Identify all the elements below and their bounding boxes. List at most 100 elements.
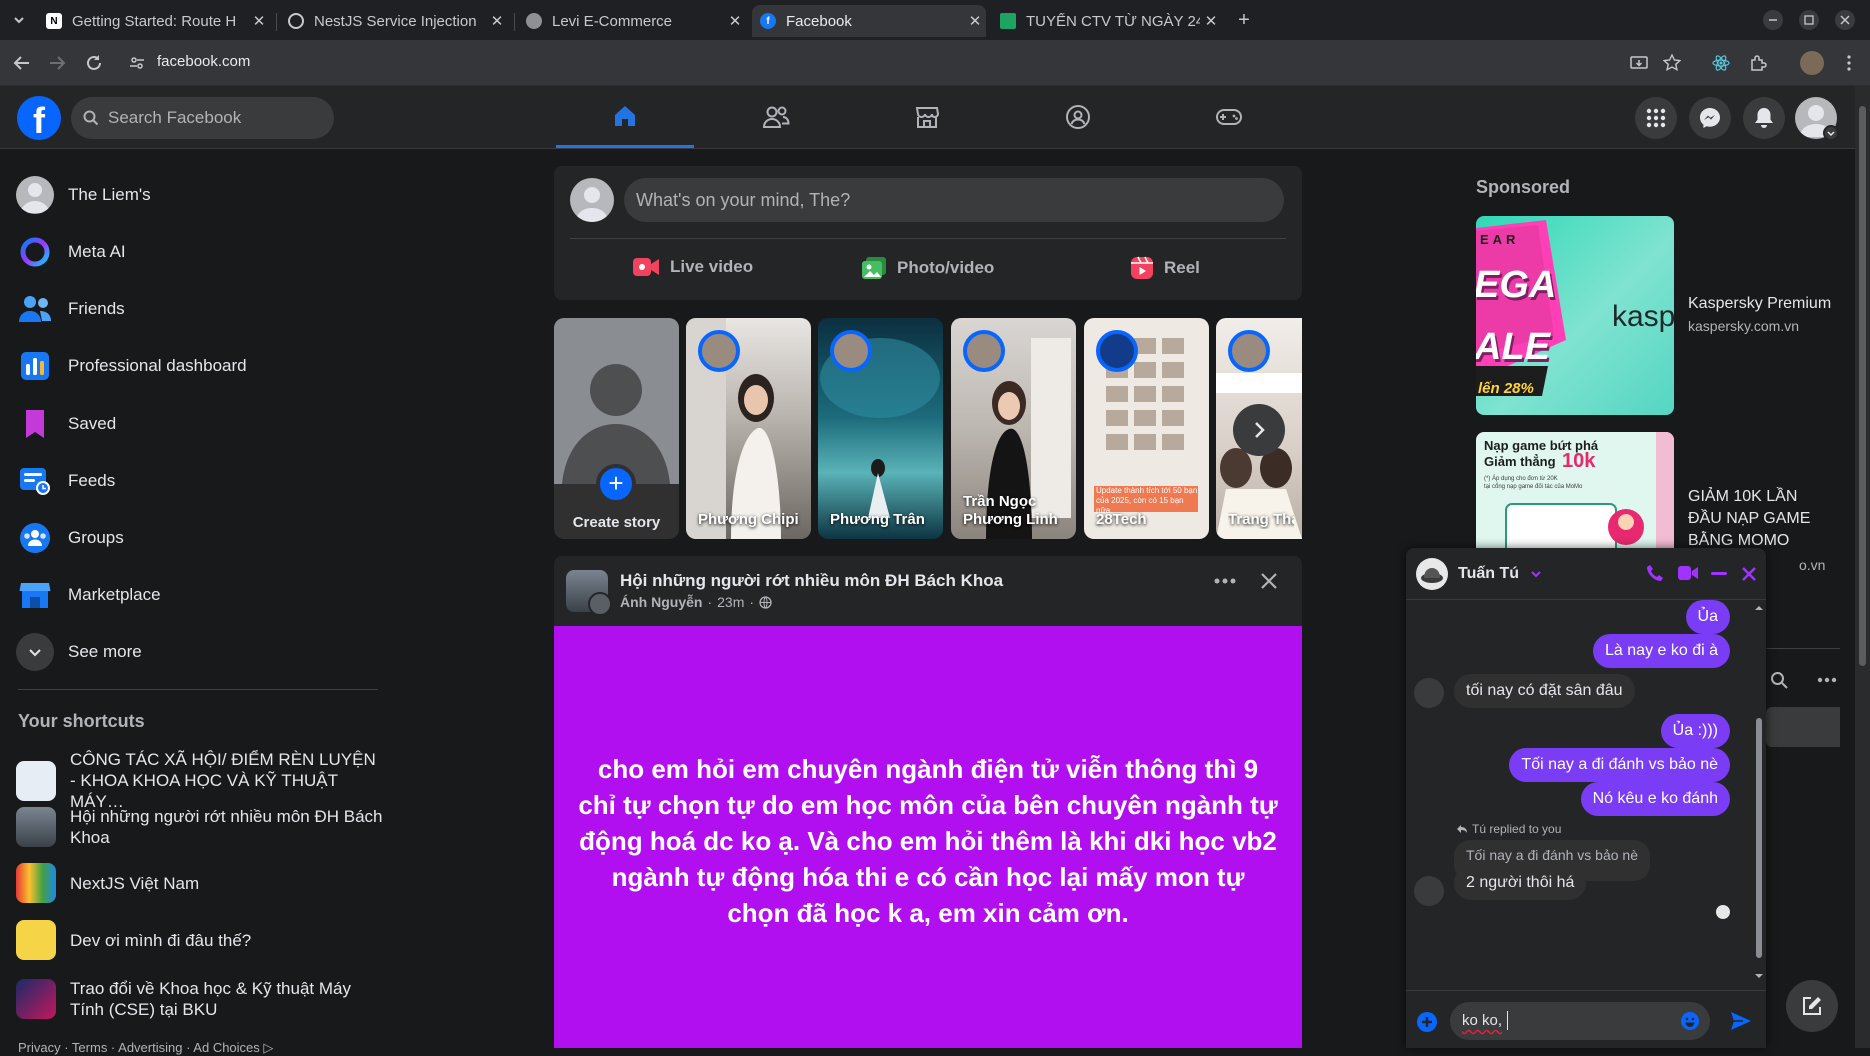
story-card[interactable]: Phương Trân bbox=[818, 318, 943, 539]
chat-name-chevron-icon[interactable] bbox=[1530, 568, 1542, 580]
shortcut-item[interactable]: Hội những người rớt nhiều môn ĐH Bách Kh… bbox=[16, 806, 386, 848]
create-story-card[interactable]: + Create story bbox=[554, 318, 679, 539]
page-scrollbar[interactable] bbox=[1855, 86, 1870, 1048]
notifications-button[interactable] bbox=[1743, 97, 1785, 139]
close-tab-icon[interactable]: ✕ bbox=[248, 12, 270, 30]
extension-react-icon[interactable] bbox=[1710, 52, 1732, 74]
message-outgoing[interactable]: Ủa :))) bbox=[1660, 714, 1730, 748]
ad-kaspersky-title[interactable]: Kaspersky Premium bbox=[1688, 293, 1831, 315]
contacts-options-icon[interactable] bbox=[1817, 677, 1837, 683]
story-card[interactable]: Trần Ngọc Phương Linh bbox=[951, 318, 1076, 539]
shortcut-item[interactable]: Dev ơi mình đi đâu thế? bbox=[16, 920, 386, 960]
browser-menu-icon[interactable] bbox=[1838, 52, 1860, 74]
tab-getting-started[interactable]: N Getting Started: Route H ✕ bbox=[38, 5, 270, 37]
close-tab-icon[interactable]: ✕ bbox=[1200, 12, 1222, 30]
install-app-icon[interactable] bbox=[1628, 52, 1650, 74]
video-call-icon[interactable] bbox=[1678, 566, 1698, 580]
sidebar-item-feeds[interactable]: Feeds bbox=[16, 457, 115, 505]
restore-icon[interactable] bbox=[1798, 9, 1820, 31]
close-chat-icon[interactable] bbox=[1741, 566, 1757, 582]
tab-facebook[interactable]: f Facebook ✕ bbox=[752, 5, 986, 37]
account-chevron-icon[interactable] bbox=[1823, 125, 1839, 141]
reel-button[interactable]: Reel bbox=[1130, 256, 1200, 280]
tab-tuyen-ctv[interactable]: TUYỂN CTV TỪ NGÀY 24/ ✕ bbox=[992, 5, 1222, 37]
forward-icon[interactable] bbox=[46, 52, 68, 74]
shortcut-item[interactable]: CÔNG TÁC XÃ HỘI/ ĐIỂM RÈN LUYỆN - KHOA K… bbox=[16, 749, 386, 812]
contacts-search-icon[interactable] bbox=[1770, 671, 1788, 689]
search-input[interactable]: Search Facebook bbox=[71, 97, 334, 139]
live-video-button[interactable]: Live video bbox=[632, 256, 753, 278]
browser-profile-avatar[interactable] bbox=[1800, 51, 1824, 75]
post-author-name[interactable]: Ánh Nguyễn bbox=[620, 594, 702, 610]
messenger-button[interactable] bbox=[1689, 97, 1731, 139]
sidebar-item-meta-ai[interactable]: Meta AI bbox=[16, 228, 126, 276]
scroll-down-icon[interactable] bbox=[1754, 971, 1764, 981]
post-group-name[interactable]: Hội những người rớt nhiều môn ĐH Bách Kh… bbox=[620, 571, 1003, 591]
ad-momo-image[interactable]: Nạp game bứt phá Giảm thẳng 10k (*) Áp d… bbox=[1476, 432, 1674, 552]
ad-kaspersky-image[interactable]: EAR EGA ALE kasp lến 28% bbox=[1476, 216, 1674, 415]
footer-links[interactable]: Privacy · Terms · Advertising · Ad Choic… bbox=[18, 1040, 273, 1056]
sidebar-item-professional-dashboard[interactable]: Professional dashboard bbox=[16, 342, 247, 390]
message-outgoing[interactable]: Nó kêu e ko đánh bbox=[1580, 782, 1730, 816]
story-card[interactable]: Phương Chipi bbox=[686, 318, 811, 539]
menu-button[interactable] bbox=[1635, 97, 1677, 139]
shortcut-item[interactable]: Trao đổi về Khoa học & Kỹ thuật Máy Tính… bbox=[16, 978, 386, 1020]
story-card[interactable]: Update thành tích tới 50 bạn của 2025, c… bbox=[1084, 318, 1209, 539]
back-icon[interactable] bbox=[11, 52, 33, 74]
tab-nestjs[interactable]: NestJS Service Injection ✕ bbox=[280, 5, 508, 37]
new-message-button[interactable] bbox=[1786, 980, 1838, 1032]
address-bar[interactable]: facebook.com bbox=[157, 53, 250, 70]
nav-gaming[interactable] bbox=[1160, 86, 1298, 148]
post-author-avatar[interactable] bbox=[588, 592, 612, 616]
send-button[interactable] bbox=[1730, 1010, 1752, 1032]
sidebar-item-saved[interactable]: Saved bbox=[16, 400, 116, 448]
message-outgoing[interactable]: Tối nay a đi đánh vs bảo nè bbox=[1509, 748, 1730, 782]
chat-message-input[interactable]: ko ko, bbox=[1450, 1002, 1710, 1040]
close-tab-icon[interactable]: ✕ bbox=[964, 12, 986, 30]
page-scrollbar-thumb[interactable] bbox=[1859, 106, 1866, 666]
bookmark-star-icon[interactable] bbox=[1661, 52, 1683, 74]
sidebar-item-profile[interactable]: The Liem's bbox=[16, 171, 151, 219]
nav-marketplace[interactable] bbox=[858, 86, 996, 148]
new-tab-icon[interactable]: + bbox=[1233, 9, 1255, 31]
sidebar-see-more[interactable]: See more bbox=[16, 628, 142, 676]
message-outgoing[interactable]: Ủa bbox=[1685, 600, 1730, 634]
add-story-plus-icon[interactable]: + bbox=[596, 464, 636, 504]
chat-scrollbar[interactable] bbox=[1754, 603, 1764, 983]
reload-icon[interactable] bbox=[83, 52, 105, 74]
photo-video-button[interactable]: Photo/video bbox=[861, 256, 994, 280]
close-tab-icon[interactable]: ✕ bbox=[486, 12, 508, 30]
chat-scrollbar-thumb[interactable] bbox=[1756, 718, 1762, 958]
composer-input[interactable]: What's on your mind, The? bbox=[624, 178, 1284, 222]
message-outgoing[interactable]: Là nay e ko đi à bbox=[1593, 634, 1730, 668]
tab-search-icon[interactable] bbox=[8, 9, 30, 31]
chat-contact-name[interactable]: Tuấn Tú bbox=[1458, 565, 1519, 583]
sidebar-item-marketplace[interactable]: Marketplace bbox=[16, 571, 161, 619]
nav-home[interactable] bbox=[556, 86, 694, 148]
voice-call-icon[interactable] bbox=[1646, 564, 1664, 582]
message-incoming[interactable]: tối nay có đặt sân đâu bbox=[1454, 674, 1635, 708]
nav-friends[interactable] bbox=[707, 86, 845, 148]
site-info-icon[interactable] bbox=[126, 52, 148, 74]
hide-post-close-icon[interactable] bbox=[1260, 572, 1278, 590]
message-incoming[interactable]: 2 người thôi há bbox=[1454, 866, 1587, 900]
sidebar-item-groups[interactable]: Groups bbox=[16, 514, 124, 562]
chat-contact-avatar[interactable] bbox=[1416, 558, 1448, 590]
tab-levi[interactable]: Levi E-Commerce ✕ bbox=[518, 5, 746, 37]
emoji-icon[interactable] bbox=[1680, 1011, 1700, 1031]
post-time[interactable]: 23m bbox=[717, 594, 744, 610]
minimize-chat-icon[interactable] bbox=[1711, 572, 1727, 576]
sidebar-item-friends[interactable]: Friends bbox=[16, 285, 125, 333]
extensions-puzzle-icon[interactable] bbox=[1747, 52, 1769, 74]
chat-add-button[interactable] bbox=[1416, 1011, 1438, 1033]
post-options-icon[interactable] bbox=[1214, 578, 1236, 584]
shortcut-item[interactable]: NextJS Việt Nam bbox=[16, 863, 386, 903]
close-window-icon[interactable] bbox=[1834, 9, 1856, 31]
stories-next-button[interactable] bbox=[1233, 404, 1285, 456]
ad-momo-title[interactable]: GIẢM 10K LẦN ĐẦU NẠP GAME BẰNG MOMO bbox=[1688, 486, 1828, 552]
minimize-icon[interactable] bbox=[1762, 9, 1784, 31]
facebook-logo-icon[interactable]: f bbox=[17, 96, 61, 140]
close-tab-icon[interactable]: ✕ bbox=[724, 12, 746, 30]
nav-groups[interactable] bbox=[1009, 86, 1147, 148]
scroll-up-icon[interactable] bbox=[1754, 603, 1764, 613]
